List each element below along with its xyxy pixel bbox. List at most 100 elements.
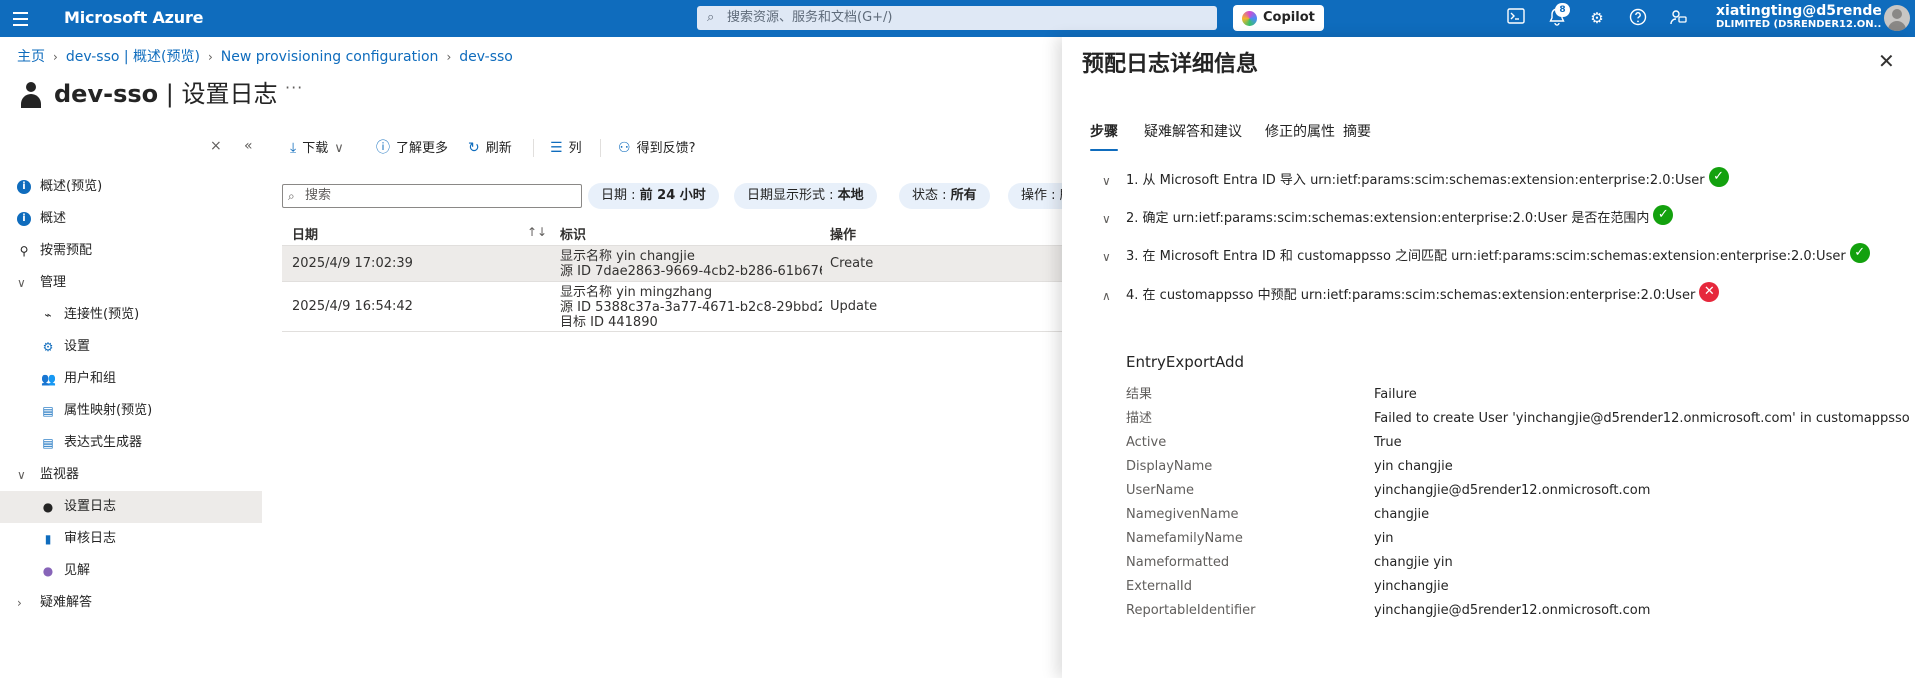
refresh-button[interactable]: ↻ 刷新 (468, 137, 512, 159)
nav-item-expression-builder[interactable]: ▤ 表达式生成器 (0, 427, 262, 459)
collapse-nav-icon[interactable]: « (244, 138, 253, 154)
nav-item-users-groups[interactable]: 👥 用户和组 (0, 363, 262, 395)
nav-item-settings[interactable]: ⚙ 设置 (0, 331, 262, 363)
nav-item-audit-logs[interactable]: ▮ 审核日志 (0, 523, 262, 555)
provisioning-log-table: 日期 ↑↓ 标识 操作 2025/4/9 17:02:39 显示名称 yin c… (282, 218, 1062, 332)
tab-steps[interactable]: 步骤 (1090, 121, 1118, 151)
detail-key: 结果 (1126, 387, 1153, 402)
nav-item-insights[interactable]: ● 见解 (0, 555, 262, 587)
gear-icon[interactable]: ⚙ (1587, 8, 1607, 28)
chevron-down-icon[interactable]: ∨ (1102, 167, 1118, 195)
search-icon: ⌕ (707, 10, 715, 25)
toolbar-divider (533, 139, 534, 157)
download-button[interactable]: ⤓ 下载 ∨ (290, 137, 344, 159)
breadcrumb-app-overview[interactable]: dev-sso | 概述(预览) (66, 49, 200, 65)
account-menu[interactable]: xiatingting@d5render... DLIMITED (D5REND… (1716, 3, 1881, 30)
nav-item-label: 按需预配 (40, 243, 93, 258)
step-text: 4. 在 customappsso 中预配 urn:ietf:params:sc… (1126, 288, 1696, 303)
column-header-identity[interactable]: 标识 (560, 224, 586, 243)
status-filter-pill[interactable]: 状态 : 所有 (899, 183, 990, 209)
feedback-icon[interactable] (1668, 8, 1688, 28)
download-label: 下载 (302, 141, 329, 156)
detail-row: NamegivenName changjie (1126, 503, 1906, 527)
table-icon: ▤ (42, 404, 54, 418)
search-icon: ⌕ (288, 189, 295, 203)
account-name: xiatingting@d5render... (1716, 3, 1881, 19)
tab-modified-properties[interactable]: 修正的属性 (1265, 121, 1335, 151)
detail-key: DisplayName (1126, 459, 1213, 474)
detail-key: Nameformatted (1126, 555, 1230, 570)
copilot-button[interactable]: Copilot (1233, 5, 1324, 31)
detail-value: yinchangjie@d5render12.onmicrosoft.com (1374, 603, 1651, 618)
table-row[interactable]: 2025/4/9 17:02:39 显示名称 yin changjie 源 ID… (282, 246, 1062, 282)
chevron-right-icon: › (17, 596, 22, 610)
date-format-filter-pill[interactable]: 日期显示形式 : 本地 (734, 183, 877, 209)
log-search-input[interactable]: ⌕ 搜索 (282, 184, 582, 208)
nav-group-label: 管理 (40, 275, 67, 290)
detail-value: True (1374, 435, 1402, 450)
global-search-input[interactable]: ⌕ 搜索资源、服务和文档(G+/) (697, 6, 1217, 30)
nav-group-monitor[interactable]: ∨ 监视器 (0, 459, 262, 491)
nav-item-attribute-mapping[interactable]: ▤ 属性映射(预览) (0, 395, 262, 427)
avatar[interactable] (1884, 5, 1910, 31)
refresh-label: 刷新 (485, 141, 512, 156)
nav-item-overview-preview[interactable]: i 概述(预览) (0, 171, 262, 203)
chevron-up-icon[interactable]: ∧ (1102, 282, 1118, 310)
column-header-action[interactable]: 操作 (830, 224, 856, 243)
step-text: 1. 从 Microsoft Entra ID 导入 urn:ietf:para… (1126, 173, 1705, 188)
user-sync-icon: ⚲ (19, 244, 29, 258)
chevron-down-icon: ∨ (17, 276, 26, 290)
chevron-down-icon[interactable]: ∨ (1102, 205, 1118, 233)
detail-value: yin changjie (1374, 459, 1453, 474)
nav-item-connectivity[interactable]: ⌁ 连接性(预览) (0, 299, 262, 331)
refresh-icon: ↻ (468, 140, 480, 156)
learn-more-button[interactable]: ⓘ 了解更多 (376, 137, 448, 159)
chevron-down-icon: ∨ (334, 141, 344, 156)
nav-item-provision-on-demand[interactable]: ⚲ 按需预配 (0, 235, 262, 267)
feedback-button[interactable]: ⚇ 得到反馈? (618, 137, 695, 159)
nav-item-overview[interactable]: i 概述 (0, 203, 262, 235)
status-filter-label: 状态 : (912, 188, 951, 203)
detail-row: Nameformatted changjie yin (1126, 551, 1906, 575)
detail-value: changjie yin (1374, 555, 1453, 570)
nav-item-label: 见解 (64, 563, 91, 578)
brand-title[interactable]: Microsoft Azure (64, 8, 204, 27)
search-placeholder: 搜索资源、服务和文档(G+/) (727, 10, 893, 25)
log-icon: ▮ (44, 532, 52, 546)
expression-icon: ▤ (42, 436, 54, 450)
columns-button[interactable]: ☰ 列 (550, 137, 582, 159)
identity-source-id: 源 ID 5388c37a-3a77-4671-b2c8-29bbd2b (560, 300, 822, 315)
table-row[interactable]: 2025/4/9 16:54:42 显示名称 yin mingzhang 源 I… (282, 282, 1062, 332)
search-clear-icon[interactable]: × (210, 138, 222, 154)
menu-icon[interactable] (10, 8, 32, 30)
column-header-date[interactable]: 日期 (292, 224, 318, 243)
nav-group-troubleshoot[interactable]: › 疑难解答 (0, 587, 262, 619)
detail-row: Active True (1126, 431, 1906, 455)
breadcrumb-home[interactable]: 主页 (17, 49, 45, 65)
cell-action: Update (830, 299, 878, 314)
cell-identity: 显示名称 yin mingzhang 源 ID 5388c37a-3a77-46… (560, 285, 822, 330)
nav-group-manage[interactable]: ∨ 管理 (0, 267, 262, 299)
detail-value: Failure (1374, 387, 1417, 402)
more-options-icon[interactable]: ··· (285, 78, 303, 97)
log-details-panel: 预配日志详细信息 ✕ 步骤 疑难解答和建议 修正的属性 摘要 ∨ 1. 从 Mi… (1062, 37, 1915, 678)
breadcrumb-app[interactable]: dev-sso (459, 49, 513, 65)
step-text: 3. 在 Microsoft Entra ID 和 customappsso 之… (1126, 249, 1846, 264)
nav-item-label: 设置日志 (64, 499, 117, 514)
nav-item-provisioning-logs[interactable]: ● 设置日志 (0, 491, 262, 523)
tab-troubleshooting[interactable]: 疑难解答和建议 (1144, 121, 1242, 151)
detail-row: NamefamilyName yin (1126, 527, 1906, 551)
chevron-down-icon[interactable]: ∨ (1102, 243, 1118, 271)
sort-icon[interactable]: ↑↓ (527, 225, 547, 239)
detail-row: ReportableIdentifier yinchangjie@d5render… (1126, 599, 1906, 623)
detail-key: NamegivenName (1126, 507, 1239, 522)
cloud-shell-icon[interactable] (1506, 8, 1526, 28)
breadcrumb-provisioning-config[interactable]: New provisioning configuration (221, 49, 439, 65)
help-icon[interactable] (1628, 8, 1648, 28)
tab-summary[interactable]: 摘要 (1343, 121, 1371, 151)
date-filter-pill[interactable]: 日期 : 前 24 小时 (588, 183, 719, 209)
account-tenant: DLIMITED (D5RENDER12.ON... (1716, 19, 1881, 30)
close-icon[interactable]: ✕ (1878, 49, 1895, 73)
detail-value: yinchangjie (1374, 579, 1449, 594)
feedback-icon: ⚇ (618, 140, 631, 156)
